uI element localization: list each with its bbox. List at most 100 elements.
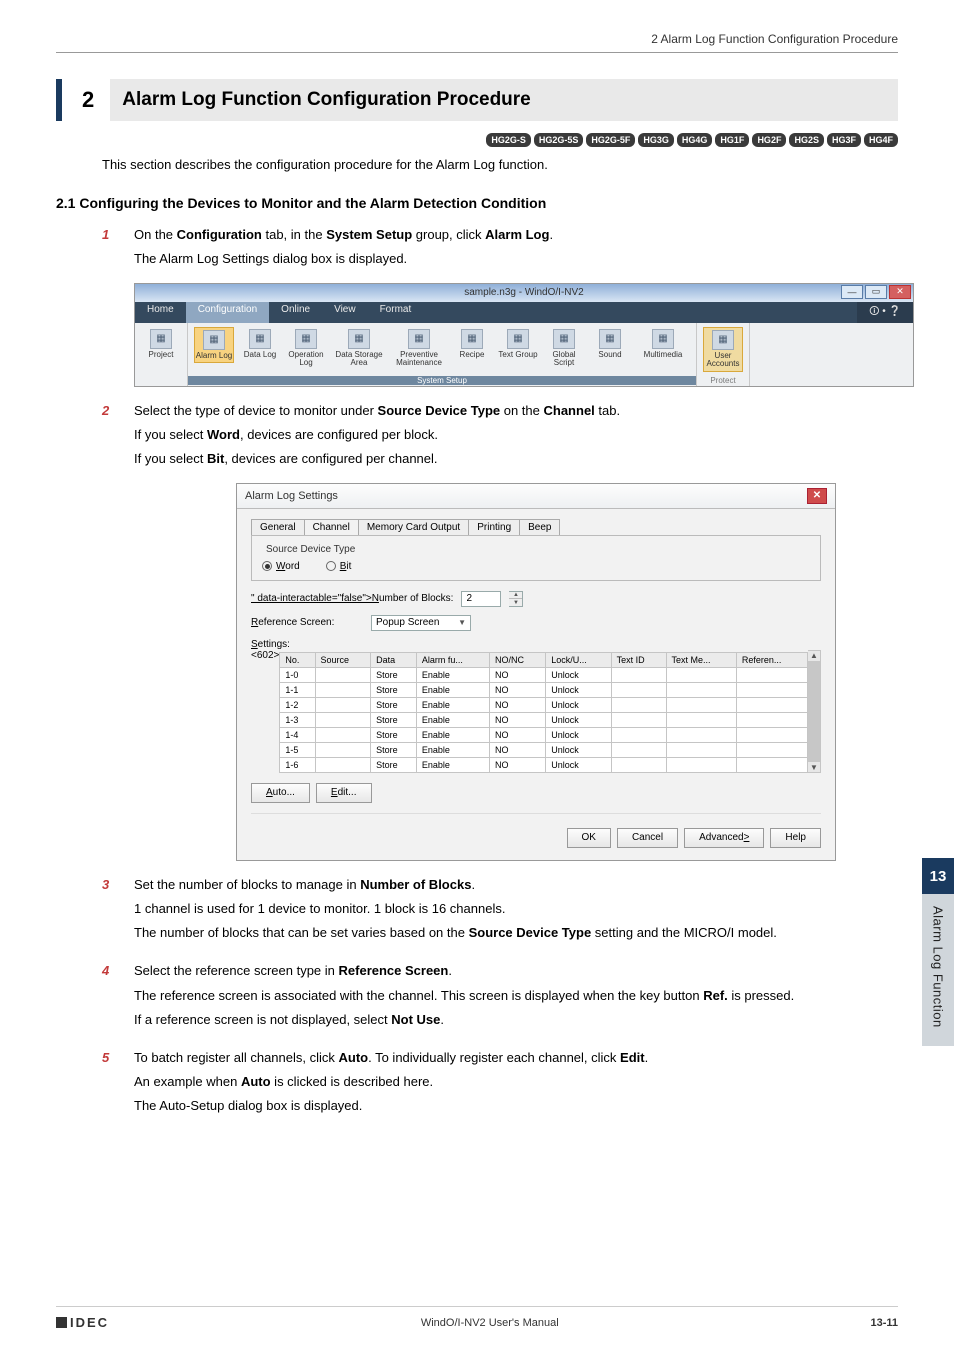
table-cell: Enable [416,712,489,727]
window-close-button[interactable]: ✕ [889,285,911,299]
text: To batch register all channels, click [134,1050,338,1065]
window-title-bar: sample.n3g - WindO/I-NV2 — ▭ ✕ [135,284,913,302]
ribbon-item[interactable]: ▦Global Script [544,327,584,370]
ribbon-item[interactable]: ▦Recipe [452,327,492,361]
table-row[interactable]: 1-2StoreEnableNOUnlock [280,697,808,712]
ribbon-item[interactable]: ▦Project [141,327,181,361]
ribbon-item-label: Alarm Log [196,352,232,360]
radio-label-rest: ord [285,561,299,572]
radio-bit[interactable]: Bit [326,561,352,572]
ribbon-item[interactable]: ▦User Accounts [703,327,743,372]
window-maximize-button[interactable]: ▭ [865,285,887,299]
table-cell [736,697,807,712]
text-bold: Bit [207,451,224,466]
window-minimize-button[interactable]: — [841,285,863,299]
table-cell [736,712,807,727]
ribbon-item-label: Data Storage Area [332,351,386,368]
radio-label: W [276,561,285,572]
ribbon-item-label: Operation Log [286,351,326,368]
ribbon-icon: ▦ [507,329,529,349]
chapter-number: 13 [922,858,954,894]
model-badge: HG2S [789,133,824,147]
text: . [645,1050,649,1065]
dialog-tab[interactable]: Channel [304,519,359,535]
table-cell: 1-3 [280,712,315,727]
table-row[interactable]: 1-1StoreEnableNOUnlock [280,682,808,697]
ribbon-item[interactable]: ▦Alarm Log [194,327,234,363]
auto-button[interactable]: Auto... [251,783,310,803]
ribbon-item-label: Recipe [460,351,485,359]
table-cell: NO [489,727,545,742]
text-bold: Alarm Log [485,227,549,242]
ribbon-help[interactable]: 🛈 • ❔ [857,302,913,323]
table-row[interactable]: 1-6StoreEnableNOUnlock [280,757,808,772]
ribbon-item[interactable]: ▦Sound [590,327,630,361]
table-header-cell[interactable]: Text Me... [666,652,736,667]
ribbon-tab[interactable]: Online [269,302,322,323]
table-row[interactable]: 1-4StoreEnableNOUnlock [280,727,808,742]
table-cell: Enable [416,742,489,757]
dialog-tab[interactable]: Beep [519,519,560,535]
radio-word[interactable]: Word [262,561,300,572]
edit-button[interactable]: Edit... [316,783,372,803]
table-header-cell[interactable]: No. [280,652,315,667]
text: The Alarm Log Settings dialog box is dis… [134,249,898,269]
table-cell [315,727,371,742]
ribbon-item-label: Preventive Maintenance [392,351,446,368]
step-5: 5 To batch register all channels, click … [102,1048,898,1120]
ribbon-screenshot: sample.n3g - WindO/I-NV2 — ▭ ✕ HomeConfi… [134,283,914,387]
table-scrollbar[interactable]: ▲▼ [808,650,821,773]
dialog-tab[interactable]: Memory Card Output [358,519,469,535]
ribbon-item[interactable]: ▦Data Storage Area [332,327,386,370]
settings-table[interactable]: No.SourceDataAlarm fu...NO/NCLock/U...Te… [279,652,808,773]
ribbon-item[interactable]: ▦Operation Log [286,327,326,370]
ribbon-tab[interactable]: Home [135,302,186,323]
table-cell [666,742,736,757]
ribbon-item[interactable]: ▦Data Log [240,327,280,361]
table-cell: Unlock [546,742,611,757]
ribbon-item[interactable]: ▦Preventive Maintenance [392,327,446,370]
ok-button[interactable]: OK [567,828,611,848]
table-cell [666,757,736,772]
number-of-blocks-row: " data-interactable="false">Number of Bl… [251,591,821,607]
section-title-bar: 2 Alarm Log Function Configuration Proce… [56,79,898,121]
table-header-cell[interactable]: Text ID [611,652,666,667]
ribbon-tab[interactable]: View [322,302,368,323]
spinner-icon[interactable]: ▲▼ [509,591,523,607]
table-row[interactable]: 1-5StoreEnableNOUnlock [280,742,808,757]
table-cell: Enable [416,682,489,697]
table-header-cell[interactable]: Lock/U... [546,652,611,667]
ribbon-tab[interactable]: Format [368,302,424,323]
step-2: 2 Select the type of device to monitor u… [102,401,898,473]
table-cell: NO [489,697,545,712]
table-row[interactable]: 1-0StoreEnableNOUnlock [280,667,808,682]
table-header-cell[interactable]: Data [371,652,417,667]
model-badge-row: HG2G-SHG2G-5SHG2G-5FHG3GHG4GHG1FHG2FHG2S… [56,133,898,147]
table-cell [611,742,666,757]
ribbon-tab[interactable]: Configuration [186,302,269,323]
reference-screen-combo[interactable]: Popup Screen ▼ [371,615,471,631]
table-header-cell[interactable]: NO/NC [489,652,545,667]
step-number: 3 [102,875,116,947]
table-header-cell[interactable]: Alarm fu... [416,652,489,667]
cancel-button[interactable]: Cancel [617,828,678,848]
table-cell: Enable [416,757,489,772]
footer-center: WindO/I-NV2 User's Manual [421,1317,559,1329]
ribbon-item[interactable]: ▦Multimedia [636,327,690,361]
dialog-tab[interactable]: Printing [468,519,520,535]
source-device-type-fieldset: Source Device Type Word Bit [251,535,821,581]
number-of-blocks-input[interactable]: 2 [461,591,501,607]
advanced-button[interactable]: Advanced > [684,828,764,848]
ribbon-item[interactable]: ▦Text Group [498,327,538,361]
help-button[interactable]: Help [770,828,821,848]
settings-label: ettings: [258,639,290,650]
table-header-cell[interactable]: Source [315,652,371,667]
table-header-cell[interactable]: Referen... [736,652,807,667]
ribbon-group: System Setup▦Alarm Log▦Data Log▦Operatio… [188,323,697,386]
ribbon-icon: ▦ [150,329,172,349]
table-cell: Unlock [546,697,611,712]
dialog-close-button[interactable]: ✕ [807,488,827,504]
dialog-tab[interactable]: General [251,519,305,535]
table-row[interactable]: 1-3StoreEnableNOUnlock [280,712,808,727]
table-cell [736,667,807,682]
